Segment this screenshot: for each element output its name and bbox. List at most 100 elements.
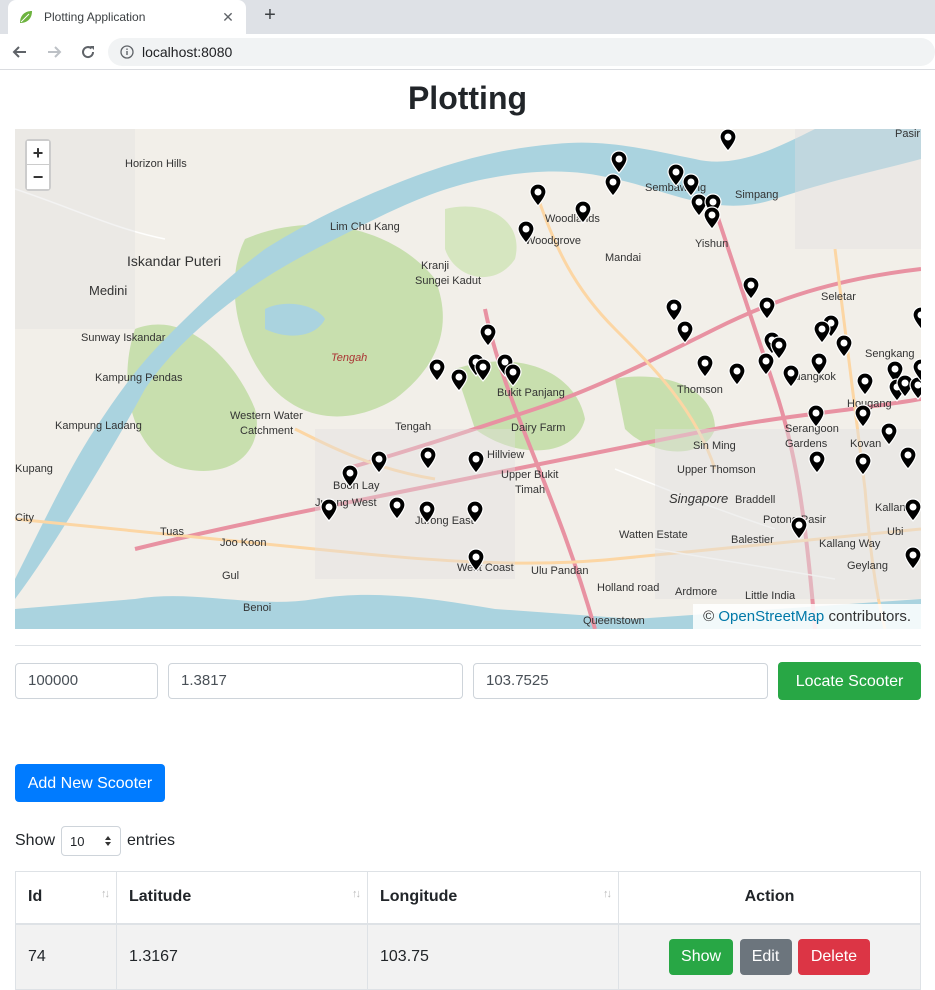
map-label: Pasir Gu <box>895 129 921 140</box>
map-label: Seletar <box>821 291 856 303</box>
cell-actions: Show Edit Delete <box>618 923 921 990</box>
map-label: Upper Bukit <box>501 469 558 481</box>
map-label: Geylang <box>847 560 888 572</box>
map-label: West Coast <box>457 562 514 574</box>
leaf-icon <box>18 9 34 25</box>
map-label: Sengkang <box>865 348 915 360</box>
map-label: Thomson <box>677 384 723 396</box>
map-label: Simpang <box>735 189 778 201</box>
map-label: Kallang Way <box>819 538 881 550</box>
map-label: Joo Koon <box>220 537 266 549</box>
reload-icon <box>82 45 95 58</box>
add-new-scooter-button[interactable]: Add New Scooter <box>15 764 165 802</box>
browser-toolbar: localhost:8080 <box>0 34 935 70</box>
table-row: 74 1.3167 103.75 Show Edit Delete <box>15 923 921 990</box>
map-label: Mandai <box>605 252 641 264</box>
attribution-prefix: © <box>703 608 719 625</box>
scooter-table: Id ↑↓ Latitude ↑↓ Longitude ↑↓ Action 74 1.… <box>15 871 921 990</box>
new-tab-button[interactable]: + <box>258 4 282 28</box>
cell-latitude: 1.3167 <box>116 923 368 990</box>
forward-button[interactable] <box>40 38 68 66</box>
browser-tab[interactable]: Plotting Application ✕ <box>8 0 246 34</box>
map-label: Kampung Ladang <box>55 420 142 432</box>
zoom-control: + − <box>25 139 51 191</box>
map-label: Watten Estate <box>619 529 688 541</box>
zoom-out-button[interactable]: − <box>27 165 49 189</box>
close-icon[interactable]: ✕ <box>220 9 236 26</box>
map-label: Holland road <box>597 582 659 594</box>
page-title: Plotting <box>407 80 528 116</box>
sort-icon: ↑↓ <box>352 888 361 900</box>
map-label: Ubi <box>887 526 904 538</box>
entries-label: entries <box>127 832 176 849</box>
zoom-in-button[interactable]: + <box>27 141 49 165</box>
map-label: Iskandar Puteri <box>127 253 221 269</box>
divider <box>15 645 921 646</box>
column-header-longitude[interactable]: Longitude ↑↓ <box>367 871 619 925</box>
map-label: Tengah <box>331 352 367 364</box>
map-label: Bukit Panjang <box>497 387 565 399</box>
scooter-id-input[interactable]: 100000 <box>15 663 158 699</box>
map-label: Gul <box>222 570 239 582</box>
map-label: Serangoon <box>785 423 839 435</box>
map-label: Medini <box>89 283 127 298</box>
map[interactable]: Horizon Hills Iskandar Puteri Medini Sun… <box>15 129 921 629</box>
column-header-id[interactable]: Id ↑↓ <box>15 871 117 925</box>
sort-icon: ↑↓ <box>603 888 612 900</box>
sort-arrows-icon <box>105 836 112 846</box>
cell-longitude: 103.75 <box>367 923 619 990</box>
cell-id: 74 <box>15 923 117 990</box>
map-label: Sunway Iskandar <box>81 332 166 344</box>
map-label: Horizon Hills <box>125 158 187 170</box>
map-tiles: Horizon Hills Iskandar Puteri Medini Sun… <box>15 129 921 629</box>
map-label: Woodlands <box>545 213 600 225</box>
map-label: Hillview <box>487 449 524 461</box>
map-label: Sin Ming <box>693 440 736 452</box>
sort-icon: ↑↓ <box>101 888 110 900</box>
arrow-right-icon <box>48 45 62 58</box>
map-label: Upper Thomson <box>677 464 756 476</box>
map-label: Sungei Kadut <box>415 275 481 287</box>
map-label: Timah <box>515 484 545 496</box>
edit-button[interactable]: Edit <box>739 938 792 975</box>
map-label: Catchment <box>240 425 293 437</box>
reload-button[interactable] <box>74 38 102 66</box>
map-label: Yishun <box>695 238 728 250</box>
locate-scooter-button[interactable]: Locate Scooter <box>778 662 921 700</box>
delete-button[interactable]: Delete <box>797 938 870 975</box>
map-label: Lim Chu Kang <box>330 221 400 233</box>
openstreetmap-link[interactable]: OpenStreetMap <box>718 608 824 625</box>
map-label: Boon Lay <box>333 480 380 492</box>
map-label: Kampung Pendas <box>95 372 183 384</box>
map-label: Benoi <box>243 602 271 614</box>
entries-select-value: 10 <box>70 833 85 849</box>
map-label: Dairy Farm <box>511 422 565 434</box>
map-label: Tuas <box>160 526 185 538</box>
longitude-input[interactable]: 103.7525 <box>473 663 768 699</box>
attribution-suffix: contributors. <box>824 608 911 625</box>
map-label: Tengah <box>395 421 431 433</box>
latitude-input[interactable]: 1.3817 <box>168 663 463 699</box>
browser-tabstrip: Plotting Application ✕ + <box>0 0 935 34</box>
map-label: Balestier <box>731 534 774 546</box>
header-label: Latitude <box>129 888 192 906</box>
map-attribution: © OpenStreetMap contributors. <box>693 604 921 629</box>
entries-select[interactable]: 10 <box>61 826 122 856</box>
map-label: Western Water <box>230 410 303 422</box>
column-header-latitude[interactable]: Latitude ↑↓ <box>116 871 368 925</box>
header-label: Action <box>744 888 795 906</box>
map-label: Ulu Pandan <box>531 565 589 577</box>
map-label: Braddell <box>735 494 775 506</box>
back-button[interactable] <box>6 38 34 66</box>
map-label: Gardens <box>785 438 828 450</box>
address-bar[interactable]: localhost:8080 <box>108 38 935 66</box>
map-label: Kovan <box>850 438 881 450</box>
map-label: City <box>15 512 34 524</box>
map-label: Kupang <box>15 463 53 475</box>
header-label: Id <box>28 888 43 906</box>
show-button[interactable]: Show <box>669 938 734 975</box>
header-label: Longitude <box>380 888 458 906</box>
column-header-action: Action <box>618 871 921 925</box>
arrow-left-icon <box>12 45 26 58</box>
show-label: Show <box>15 832 56 849</box>
